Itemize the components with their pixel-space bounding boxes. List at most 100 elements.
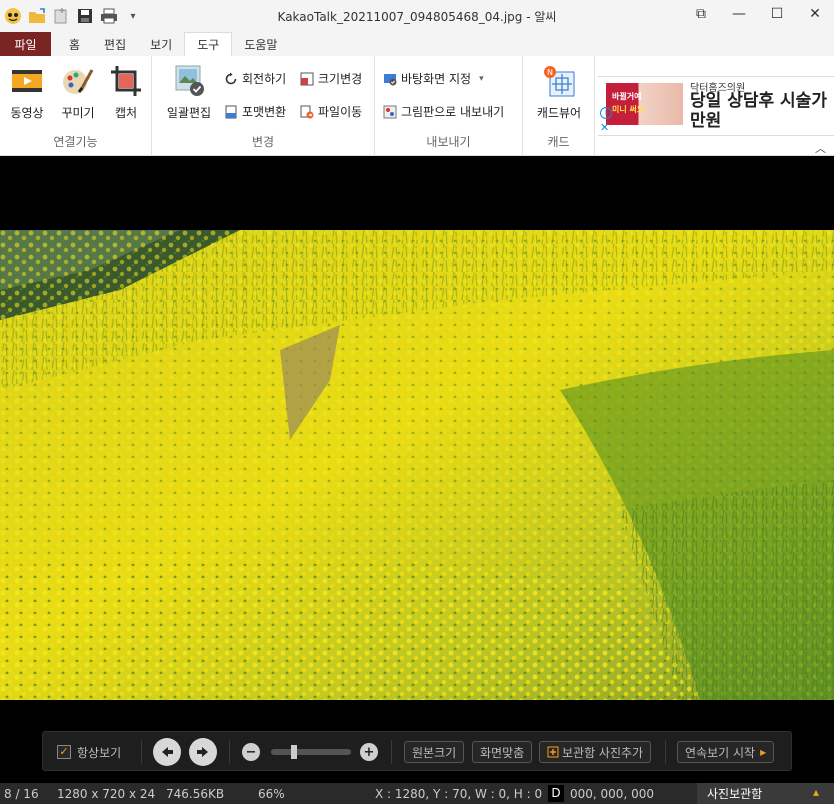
alsee-logo-icon[interactable] bbox=[4, 7, 22, 25]
cursor-coordinates: X : 1280, Y : 70, W : 0, H : 0 bbox=[375, 787, 543, 801]
photo-album-label: 사진보관함 bbox=[707, 787, 763, 801]
open-folder-icon[interactable] bbox=[28, 7, 46, 25]
group-change: 일괄편집 회전하기 크기변경 포맷변환 파일이동 변경 bbox=[152, 56, 375, 156]
ad-thumbnail: 바뀔거예 미니 써요 bbox=[606, 83, 683, 125]
zoom-in-icon: + bbox=[360, 743, 378, 761]
original-size-label: 원본크기 bbox=[404, 741, 465, 763]
save-icon[interactable] bbox=[76, 7, 94, 25]
format-convert-label: 포맷변환 bbox=[242, 105, 287, 119]
zoom-slider[interactable] bbox=[271, 732, 351, 772]
divider bbox=[141, 740, 142, 764]
zoom-slider-thumb[interactable] bbox=[291, 745, 297, 759]
restore-icon[interactable]: ⧉ bbox=[682, 0, 720, 28]
print-icon[interactable] bbox=[100, 7, 118, 25]
wallpaper-label: 바탕화면 지정 bbox=[401, 72, 472, 86]
capture-label: 캡처 bbox=[114, 106, 138, 120]
brush-icon bbox=[61, 64, 95, 98]
crop-icon bbox=[109, 64, 143, 98]
video-button[interactable]: 동영상 bbox=[1, 62, 53, 121]
group-label-change: 변경 bbox=[251, 135, 275, 149]
add-to-album-button[interactable]: 보관함 사진추가 bbox=[539, 732, 652, 772]
ribbon-tabs: 파일 홈 편집 보기 도구 도움말 bbox=[0, 32, 834, 56]
batch-edit-icon bbox=[172, 64, 206, 98]
wallpaper-button[interactable]: 바탕화면 지정 ▾ bbox=[383, 70, 484, 87]
close-button[interactable]: ✕ bbox=[796, 0, 834, 28]
new-icon[interactable] bbox=[52, 7, 70, 25]
group-cad: N 캐드뷰어 캐드 bbox=[523, 56, 595, 156]
slideshow-label: 연속보기 시작 bbox=[685, 745, 756, 760]
ad-info-icon[interactable]: i bbox=[600, 107, 612, 119]
zoom-in-button[interactable]: + bbox=[360, 732, 378, 772]
group-label-connect: 연결기능 bbox=[53, 135, 98, 149]
rotate-icon bbox=[225, 72, 237, 84]
group-label-export: 내보내기 bbox=[426, 135, 471, 149]
file-move-button[interactable]: 파일이동 bbox=[300, 103, 362, 120]
cad-viewer-button[interactable]: N 캐드뷰어 bbox=[531, 62, 587, 121]
image-position: 8 / 16 bbox=[4, 787, 39, 801]
add-photo-icon bbox=[547, 746, 559, 758]
cad-viewer-icon: N bbox=[542, 64, 576, 98]
window-controls: ⧉ — ☐ ✕ bbox=[682, 0, 834, 32]
rotate-button[interactable]: 회전하기 bbox=[224, 70, 286, 87]
add-to-album-label: 보관함 사진추가 bbox=[562, 745, 644, 760]
resize-icon bbox=[300, 72, 314, 85]
navigation-toolbar: ✓ 항상보기 − + 원본크기 화면맞춤 보관함 사진추가 연속보기 시작 ▸ bbox=[42, 731, 792, 771]
format-convert-icon bbox=[225, 105, 237, 118]
prev-arrow-icon bbox=[153, 738, 181, 766]
color-swatch: D bbox=[548, 785, 564, 802]
tab-view[interactable]: 보기 bbox=[138, 32, 184, 56]
decorate-label: 꾸미기 bbox=[61, 106, 95, 120]
tab-edit[interactable]: 편집 bbox=[92, 32, 138, 56]
album-arrow-icon: ▴ bbox=[813, 785, 820, 799]
always-view-checkbox[interactable]: ✓ bbox=[57, 745, 71, 759]
quick-access-toolbar: ▾ bbox=[0, 7, 142, 25]
image-viewer[interactable] bbox=[0, 157, 834, 775]
ribbon-panel: 동영상 꾸미기 캡처 연결기능 일괄편집 회전하기 크기변경 포맷변환 파일이동… bbox=[0, 56, 834, 156]
video-icon bbox=[10, 64, 44, 98]
export-paint-button[interactable]: 그림판으로 내보내기 bbox=[383, 103, 504, 120]
group-label-cad: 캐드 bbox=[547, 135, 570, 149]
svg-text:N: N bbox=[547, 68, 553, 77]
original-size-button[interactable]: 원본크기 bbox=[404, 732, 465, 772]
ad-close-icon[interactable]: ✕ bbox=[600, 121, 609, 134]
ad-banner[interactable]: 바뀔거예 미니 써요 i ✕ 닥터홈즈의원 당일 상담후 시술가 만원 bbox=[598, 76, 834, 136]
tab-file[interactable]: 파일 bbox=[0, 32, 51, 56]
ribbon-collapse-icon[interactable]: ︿ bbox=[815, 140, 826, 156]
file-size: 746.56KB bbox=[166, 787, 225, 801]
minimize-button[interactable]: — bbox=[720, 0, 758, 28]
photo-album-button[interactable]: 사진보관함 ▴ bbox=[697, 783, 834, 804]
tab-tools[interactable]: 도구 bbox=[184, 32, 233, 56]
paint-export-icon bbox=[383, 105, 397, 118]
decorate-button[interactable]: 꾸미기 bbox=[52, 62, 104, 121]
group-connect: 동영상 꾸미기 캡처 연결기능 bbox=[0, 56, 152, 156]
format-convert-button[interactable]: 포맷변환 bbox=[224, 103, 286, 120]
pixel-color: 000, 000, 000 bbox=[570, 787, 654, 801]
slideshow-pill: 연속보기 시작 ▸ bbox=[677, 741, 775, 763]
tab-home[interactable]: 홈 bbox=[57, 32, 92, 56]
divider bbox=[665, 740, 666, 764]
maximize-button[interactable]: ☐ bbox=[758, 0, 796, 28]
batch-edit-button[interactable]: 일괄편집 bbox=[162, 62, 216, 121]
always-view-toggle[interactable]: ✓ 항상보기 bbox=[57, 732, 121, 772]
file-move-icon bbox=[300, 105, 314, 118]
ad-thumb-text-2: 미니 써요 bbox=[612, 105, 645, 114]
zoom-out-button[interactable]: − bbox=[242, 732, 260, 772]
app-window: ▾ KakaoTalk_20211007_094805468_04.jpg - … bbox=[0, 0, 834, 804]
play-icon: ▸ bbox=[760, 745, 767, 759]
slideshow-button[interactable]: 연속보기 시작 ▸ bbox=[677, 732, 775, 772]
fit-screen-button[interactable]: 화면맞춤 bbox=[472, 732, 533, 772]
image-dimensions: 1280 x 720 x 24 bbox=[57, 787, 156, 801]
capture-button[interactable]: 캡처 bbox=[100, 62, 152, 121]
photo-canvas[interactable] bbox=[0, 230, 834, 700]
qat-dropdown-icon[interactable]: ▾ bbox=[124, 7, 142, 25]
title-bar: ▾ KakaoTalk_20211007_094805468_04.jpg - … bbox=[0, 0, 834, 32]
wallpaper-dropdown-icon[interactable]: ▾ bbox=[479, 74, 484, 84]
resize-button[interactable]: 크기변경 bbox=[300, 70, 362, 87]
export-paint-label: 그림판으로 내보내기 bbox=[401, 105, 505, 119]
prev-button[interactable] bbox=[153, 732, 181, 772]
tab-help[interactable]: 도움말 bbox=[232, 32, 289, 56]
next-button[interactable] bbox=[189, 732, 217, 772]
cad-viewer-label: 캐드뷰어 bbox=[536, 106, 582, 120]
always-view-label: 항상보기 bbox=[77, 745, 122, 760]
zoom-slider-track[interactable] bbox=[271, 745, 351, 759]
